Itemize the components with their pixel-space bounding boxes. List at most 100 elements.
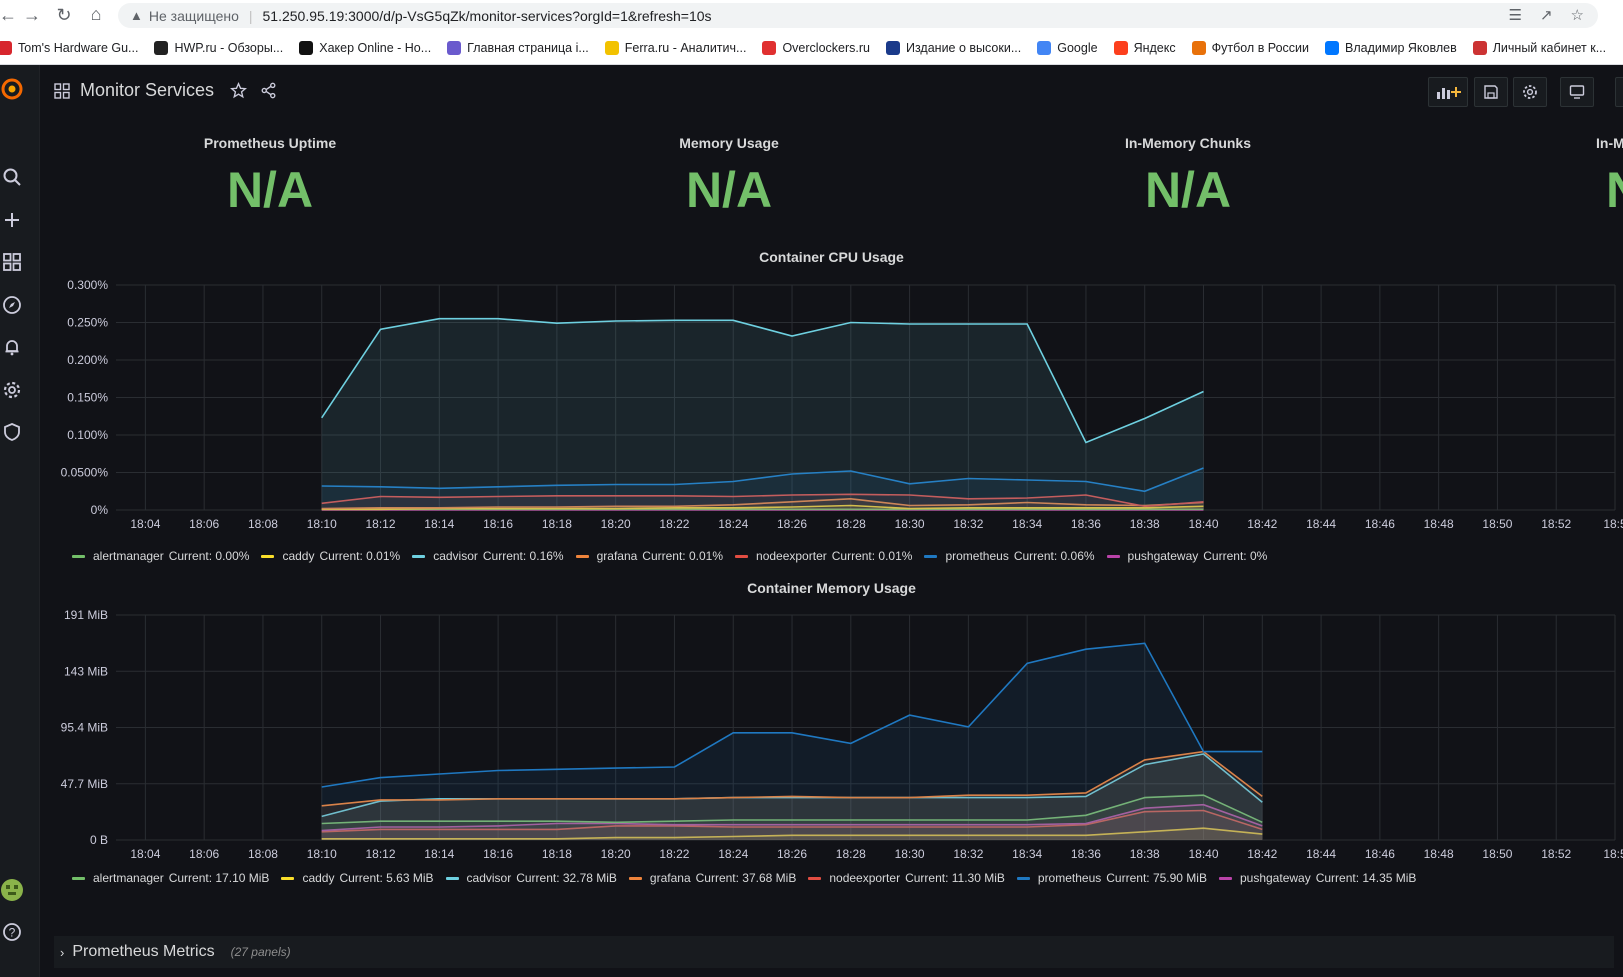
search-icon[interactable] bbox=[0, 165, 24, 189]
plus-icon[interactable] bbox=[0, 208, 24, 232]
bookmarks-bar: Tom's Hardware Gu... HWP.ru - Обзоры... Ха… bbox=[0, 31, 1623, 65]
legend-series-name: pushgateway bbox=[1239, 871, 1311, 885]
translate-icon[interactable]: ☰ bbox=[1509, 6, 1522, 24]
legend-swatch bbox=[281, 876, 295, 880]
y-tick-label: 47.7 MiB bbox=[61, 777, 108, 791]
legend-series-name: nodeexporter bbox=[829, 871, 901, 885]
bookmark-star-icon[interactable]: ☆ bbox=[1571, 6, 1584, 24]
x-tick-label: 18:30 bbox=[895, 847, 925, 861]
memory-panel-title[interactable]: Container Memory Usage bbox=[40, 580, 1623, 596]
y-tick-label: 0.150% bbox=[67, 391, 108, 405]
legend-item-pushgateway[interactable]: pushgateway Current: 0% bbox=[1106, 549, 1267, 563]
cpu-panel-title[interactable]: Container CPU Usage bbox=[40, 249, 1623, 265]
url-text[interactable]: 51.250.95.19:3000/d/p-VsG5qZk/monitor-se… bbox=[263, 8, 712, 24]
legend-item-alertmanager[interactable]: alertmanager Current: 0.00% bbox=[72, 549, 249, 563]
legend-item-prometheus[interactable]: prometheus Current: 75.90 MiB bbox=[1016, 871, 1207, 885]
server-admin-shield-icon[interactable] bbox=[0, 420, 24, 444]
help-icon[interactable]: ? bbox=[0, 920, 24, 944]
x-tick-label: 18:28 bbox=[836, 517, 866, 531]
legend-current-value: Current: 0.06% bbox=[1013, 549, 1095, 563]
share-icon[interactable]: ↗ bbox=[1540, 6, 1553, 24]
x-tick-label: 18:46 bbox=[1365, 847, 1395, 861]
save-dashboard-button[interactable] bbox=[1474, 77, 1508, 107]
x-tick-label: 18:06 bbox=[189, 847, 219, 861]
legend-current-value: Current: 75.90 MiB bbox=[1106, 871, 1207, 885]
add-panel-button[interactable] bbox=[1428, 77, 1468, 107]
warning-icon: ▲ bbox=[130, 8, 143, 23]
bookmark-item[interactable]: Издание о высоки... bbox=[885, 40, 1021, 55]
explore-compass-icon[interactable] bbox=[0, 293, 24, 317]
x-tick-label: 18:06 bbox=[189, 517, 219, 531]
row-prometheus-metrics[interactable]: › Prometheus Metrics (27 panels) bbox=[54, 936, 1614, 968]
legend-swatch bbox=[808, 876, 822, 880]
x-tick-label: 18:16 bbox=[483, 517, 513, 531]
bookmark-item[interactable]: Tom's Hardware Gu... bbox=[0, 40, 138, 55]
x-tick-label: 18:44 bbox=[1306, 517, 1336, 531]
stat-panel-prometheus-uptime: Prometheus Uptime N/A bbox=[60, 135, 480, 219]
grafana-logo-icon[interactable] bbox=[0, 77, 24, 101]
bookmark-item[interactable]: Личный кабинет к... bbox=[1472, 40, 1607, 55]
x-tick-label: 18:22 bbox=[659, 847, 689, 861]
bookmark-item[interactable]: Ferra.ru - Аналитич... bbox=[604, 40, 746, 55]
time-picker-button[interactable] bbox=[1615, 77, 1623, 107]
legend-swatch bbox=[72, 554, 85, 558]
bookmark-item[interactable]: Футбол в России bbox=[1191, 40, 1309, 55]
bookmark-item[interactable]: Владимир Яковлев bbox=[1325, 40, 1457, 55]
stat-title: In-M bbox=[1596, 135, 1623, 151]
share-icon[interactable] bbox=[260, 82, 277, 104]
legend-item-cadvisor[interactable]: cadvisor Current: 32.78 MiB bbox=[445, 871, 617, 885]
bookmark-item[interactable]: Главная страница i... bbox=[447, 40, 589, 55]
y-tick-label: 0.0500% bbox=[61, 466, 109, 480]
dashboard-navbar: Monitor Services bbox=[40, 65, 1623, 121]
habr-icon bbox=[885, 40, 900, 55]
legend-item-cadvisor[interactable]: cadvisor Current: 0.16% bbox=[412, 549, 564, 563]
stat-panel-memory-usage: Memory Usage N/A bbox=[519, 135, 939, 219]
user-avatar[interactable] bbox=[0, 878, 24, 902]
x-tick-label: 18:26 bbox=[777, 517, 807, 531]
legend-item-alertmanager[interactable]: alertmanager Current: 17.10 MiB bbox=[72, 871, 269, 885]
legend-series-name: cadvisor bbox=[433, 549, 478, 563]
bookmark-item[interactable]: Overclockers.ru bbox=[762, 40, 870, 55]
dashboard-title[interactable]: Monitor Services bbox=[80, 80, 214, 101]
configuration-gear-icon[interactable] bbox=[0, 378, 24, 402]
bookmark-label: Главная страница i... bbox=[467, 40, 589, 55]
x-tick-label: 18:12 bbox=[366, 517, 396, 531]
alerting-bell-icon[interactable] bbox=[0, 335, 24, 359]
tv-mode-button[interactable] bbox=[1560, 77, 1594, 107]
x-tick-label: 18:10 bbox=[307, 847, 337, 861]
y-tick-label: 0% bbox=[91, 503, 109, 517]
x-tick-label: 18:50 bbox=[1482, 847, 1512, 861]
bookmark-item[interactable]: Яндекс bbox=[1113, 40, 1176, 55]
dashboards-icon[interactable] bbox=[0, 250, 24, 274]
x-tick-label: 18:46 bbox=[1365, 517, 1395, 531]
forward-arrow-icon[interactable]: → bbox=[16, 5, 48, 26]
legend-item-grafana[interactable]: grafana Current: 37.68 MiB bbox=[628, 871, 796, 885]
legend-item-caddy[interactable]: caddy Current: 0.01% bbox=[261, 549, 400, 563]
memory-legend: alertmanager Current: 17.10 MiB caddy Curre… bbox=[72, 871, 1428, 885]
y-tick-label: 0 B bbox=[90, 833, 108, 847]
legend-item-pushgateway[interactable]: pushgateway Current: 14.35 MiB bbox=[1218, 871, 1416, 885]
legend-item-caddy[interactable]: caddy Current: 5.63 MiB bbox=[281, 871, 434, 885]
dashboard-grid-icon[interactable] bbox=[54, 83, 70, 104]
legend-item-prometheus[interactable]: prometheus Current: 0.06% bbox=[924, 549, 1095, 563]
home-icon[interactable]: ⌂ bbox=[80, 4, 112, 25]
legend-swatch bbox=[72, 876, 85, 880]
reload-icon[interactable]: ↻ bbox=[48, 5, 80, 26]
bookmark-item[interactable]: Google bbox=[1037, 40, 1098, 55]
star-icon[interactable] bbox=[230, 82, 247, 104]
address-bar[interactable]: ▲ Не защищено | 51.250.95.19:3000/d/p-Vs… bbox=[118, 3, 1598, 28]
bookmark-item[interactable]: HWP.ru - Обзоры... bbox=[154, 40, 283, 55]
x-tick-label: 18:18 bbox=[542, 847, 572, 861]
x-tick-label: 18:42 bbox=[1247, 847, 1277, 861]
legend-item-nodeexporter[interactable]: nodeexporter Current: 11.30 MiB bbox=[808, 871, 1005, 885]
x-tick-label: 18:24 bbox=[718, 847, 748, 861]
stat-panel-in-memory-partial: In-M N bbox=[1596, 135, 1623, 219]
bookmark-item[interactable]: Хакер Online - Но... bbox=[299, 40, 431, 55]
dashboard-settings-button[interactable] bbox=[1513, 77, 1547, 107]
legend-series-name: caddy bbox=[302, 871, 335, 885]
legend-item-grafana[interactable]: grafana Current: 0.01% bbox=[575, 549, 723, 563]
memory-usage-chart: 0 B 47.7 MiB 95.4 MiB 143 MiB 191 MiB 18:04 18… bbox=[61, 608, 1623, 861]
legend-swatch bbox=[735, 554, 749, 558]
legend-item-nodeexporter[interactable]: nodeexporter Current: 0.01% bbox=[735, 549, 912, 563]
bookmark-label: Личный кабинет к... bbox=[1492, 40, 1607, 55]
